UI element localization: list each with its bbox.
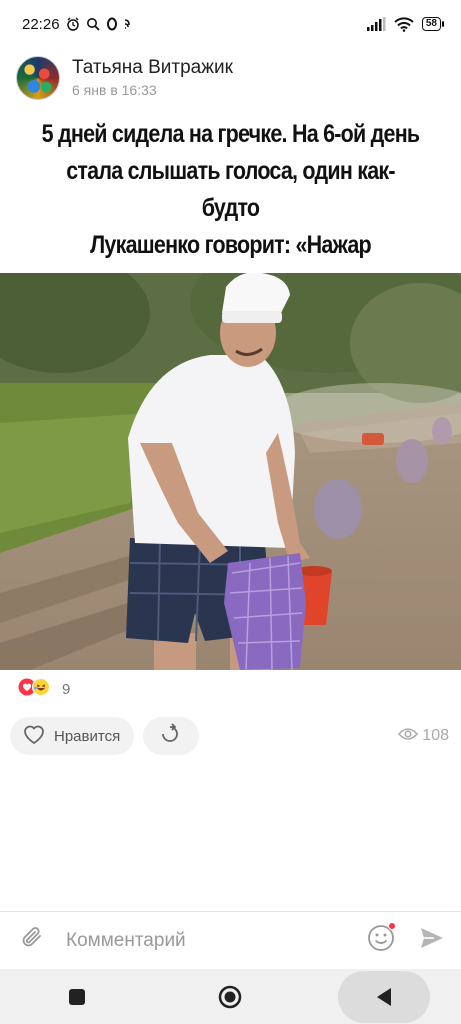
photo-illustration [0, 273, 461, 670]
laugh-reaction-icon [32, 678, 50, 701]
notification-dot [388, 922, 396, 930]
post-header[interactable]: Татьяна Витражик 6 янв в 16:33 [16, 56, 233, 100]
like-button[interactable]: Нравится [10, 717, 135, 755]
home-button[interactable] [185, 969, 275, 1024]
comment-input[interactable]: Комментарий [66, 930, 367, 952]
reactions-summary[interactable]: 9 [18, 678, 70, 701]
battery-indicator: 58 [421, 17, 445, 31]
share-button[interactable] [143, 717, 200, 755]
like-label: Нравится [54, 727, 121, 745]
odnoklassniki-icon [106, 17, 118, 31]
search-status-icon [86, 17, 100, 31]
comment-bar: Комментарий [0, 911, 461, 969]
view-count: 108 [398, 727, 449, 746]
post-actions: Нравится 108 [10, 716, 451, 756]
post-text-line: Лукашенко говорит: «Нажар [90, 231, 372, 259]
system-nav-bar [0, 969, 461, 1024]
status-right: 58 [366, 16, 445, 32]
avatar[interactable] [16, 56, 60, 100]
post-photo[interactable] [0, 273, 461, 670]
emoji-button[interactable] [367, 922, 396, 957]
wifi-icon [394, 16, 414, 32]
back-button[interactable] [337, 970, 430, 1023]
post-text-line: стала слышать голоса, один как-будто [66, 157, 395, 222]
post-text-line: 5 дней сидела на гречке. На 6-ой день [41, 120, 421, 148]
share-icon [158, 722, 184, 750]
vk-notification-icon [124, 18, 136, 30]
attach-icon[interactable] [20, 925, 46, 956]
eye-icon [398, 727, 419, 746]
reaction-count: 9 [62, 681, 71, 698]
recents-button[interactable] [32, 969, 122, 1024]
status-time: 22:26 [22, 15, 60, 33]
back-triangle-icon [376, 987, 391, 1006]
post-date: 6 янв в 16:33 [72, 82, 157, 98]
status-left: 22:26 [22, 16, 136, 33]
views-value: 108 [422, 727, 449, 744]
alarm-icon [66, 17, 80, 31]
circle-icon [218, 985, 241, 1008]
square-icon [68, 988, 85, 1005]
author-block: Татьяна Витражик 6 янв в 16:33 [72, 57, 233, 99]
send-icon[interactable] [419, 926, 445, 955]
signal-icon [366, 17, 386, 31]
status-bar: 22:26 58 [0, 0, 461, 48]
author-name[interactable]: Татьяна Витражик [72, 57, 233, 79]
heart-icon [22, 723, 46, 749]
